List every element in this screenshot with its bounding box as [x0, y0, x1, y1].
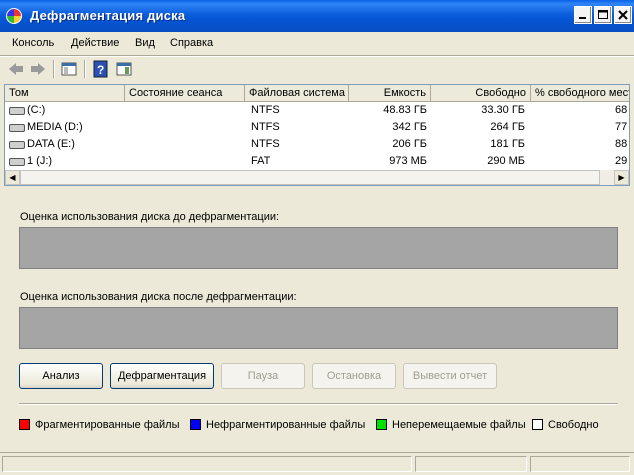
menu-help[interactable]: Справка [170, 37, 213, 49]
column-header-session-status[interactable]: Состояние сеанса [125, 85, 245, 102]
stop-button[interactable]: Остановка [312, 363, 396, 389]
toolbar-separator [53, 60, 55, 78]
column-header-percent-free[interactable]: % свободного мест [531, 85, 629, 102]
drive-icon [9, 124, 25, 132]
show-hide-tree-icon[interactable] [60, 60, 78, 78]
capacity: 206 ГБ [392, 138, 427, 150]
capacity: 342 ГБ [392, 121, 427, 133]
drive-icon [9, 107, 25, 115]
window-title: Дефрагментация диска [30, 8, 186, 23]
legend-free: Свободно [548, 419, 599, 431]
volume-list[interactable]: Том Состояние сеанса Файловая система Ем… [4, 84, 630, 186]
volume-name: MEDIA (D:) [27, 121, 83, 133]
scrollbar-thumb[interactable] [20, 170, 600, 185]
legend-contiguous: Нефрагментированные файлы [206, 419, 366, 431]
console-window-icon[interactable] [115, 60, 133, 78]
table-row[interactable]: DATA (E:) NTFS 206 ГБ 181 ГБ 88 % [5, 137, 629, 153]
title-bar: Дефрагментация диска [0, 0, 634, 32]
capacity: 973 МБ [389, 155, 427, 167]
status-panel [2, 456, 412, 472]
percent-free: 88 % [615, 138, 629, 150]
drive-icon [9, 158, 25, 166]
column-header-free[interactable]: Свободно [431, 85, 531, 102]
unmovable-swatch [376, 419, 387, 430]
status-bar [0, 452, 634, 475]
free-space: 181 ГБ [490, 138, 525, 150]
percent-free: 68 % [615, 104, 629, 116]
volume-name: (C:) [27, 104, 46, 116]
file-system: FAT [251, 155, 271, 167]
forward-arrow-icon[interactable] [29, 60, 47, 78]
menu-bar: Консоль Действие Вид Справка [0, 33, 634, 55]
status-panel [530, 456, 630, 472]
pause-button[interactable]: Пауза [221, 363, 305, 389]
horizontal-scrollbar[interactable]: ◀ ▶ [5, 170, 629, 185]
file-system: NTFS [251, 121, 280, 133]
toolbar-separator [84, 60, 86, 78]
free-space: 33.30 ГБ [481, 104, 525, 116]
back-arrow-icon[interactable] [7, 60, 25, 78]
column-header-capacity[interactable]: Емкость [349, 85, 431, 102]
menu-action[interactable]: Действие [71, 37, 119, 49]
free-space: 290 МБ [487, 155, 525, 167]
legend-separator [19, 403, 618, 405]
fragmented-swatch [19, 419, 30, 430]
minimize-button[interactable] [574, 6, 592, 24]
contiguous-swatch [190, 419, 201, 430]
before-defrag-display [19, 227, 618, 269]
table-row[interactable]: 1 (J:) FAT 973 МБ 290 МБ 29 % [5, 154, 629, 170]
volume-name: DATA (E:) [27, 138, 75, 150]
status-panel [415, 456, 527, 472]
close-button[interactable] [614, 6, 632, 24]
defrag-app-icon [6, 8, 22, 24]
legend-unmovable: Неперемещаемые файлы [392, 419, 526, 431]
free-space-swatch [532, 419, 543, 430]
column-header-volume[interactable]: Том [5, 85, 125, 102]
percent-free: 77 % [615, 121, 629, 133]
capacity: 48.83 ГБ [383, 104, 427, 116]
column-header-file-system[interactable]: Файловая система [245, 85, 349, 102]
help-icon[interactable]: ? [92, 60, 110, 78]
scroll-right-icon[interactable]: ▶ [614, 170, 629, 185]
defragment-button[interactable]: Дефрагментация [110, 363, 214, 389]
volume-name: 1 (J:) [27, 155, 53, 167]
percent-free: 29 % [615, 155, 629, 167]
toolbar: ? [0, 56, 634, 82]
legend-fragmented: Фрагментированные файлы [35, 419, 180, 431]
menu-view[interactable]: Вид [135, 37, 155, 49]
free-space: 264 ГБ [490, 121, 525, 133]
menu-console[interactable]: Консоль [12, 37, 54, 49]
file-system: NTFS [251, 104, 280, 116]
before-defrag-label: Оценка использования диска до дефрагмент… [20, 211, 280, 223]
table-row[interactable]: MEDIA (D:) NTFS 342 ГБ 264 ГБ 77 % [5, 120, 629, 136]
file-system: NTFS [251, 138, 280, 150]
after-defrag-display [19, 307, 618, 349]
table-row[interactable]: (C:) NTFS 48.83 ГБ 33.30 ГБ 68 % [5, 103, 629, 119]
svg-text:?: ? [97, 63, 104, 77]
view-report-button[interactable]: Вывести отчет [403, 363, 497, 389]
after-defrag-label: Оценка использования диска после дефрагм… [20, 291, 297, 303]
analyze-button[interactable]: Анализ [19, 363, 103, 389]
maximize-button[interactable] [594, 6, 612, 24]
scroll-left-icon[interactable]: ◀ [5, 170, 20, 185]
drive-icon [9, 141, 25, 149]
